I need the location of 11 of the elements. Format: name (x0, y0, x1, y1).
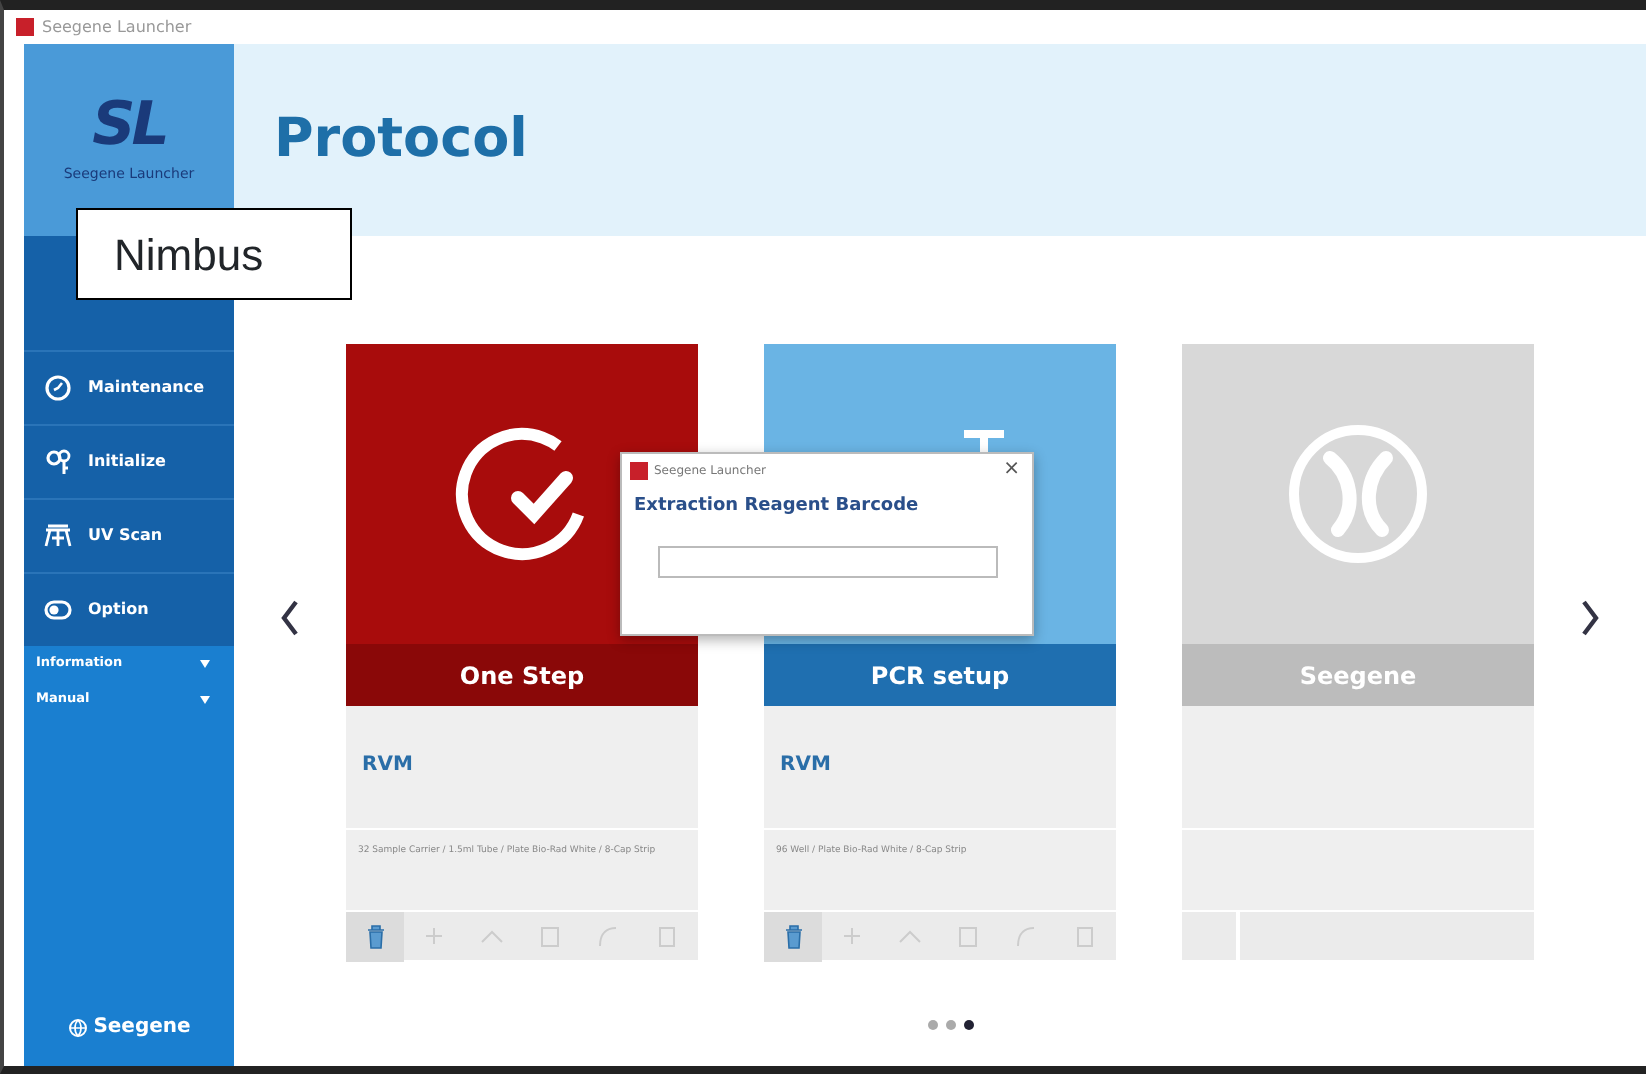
logo-mark: SL (92, 95, 166, 156)
annotation-tooltip: Nimbus (76, 208, 352, 300)
card-title-bar: Seegene (1182, 644, 1534, 706)
page-title: Protocol (274, 107, 528, 173)
protocol-name: RVM (780, 754, 831, 776)
window-title: Seegene Launcher (42, 15, 192, 39)
footer-logo: Seegene (93, 1014, 191, 1042)
protocol-name: RVM (362, 754, 413, 776)
dialog-heading: Extraction Reagent Barcode (632, 494, 921, 520)
card-title-bar: PCR setup (764, 644, 1116, 706)
card-title-bar: One Step (346, 644, 698, 706)
